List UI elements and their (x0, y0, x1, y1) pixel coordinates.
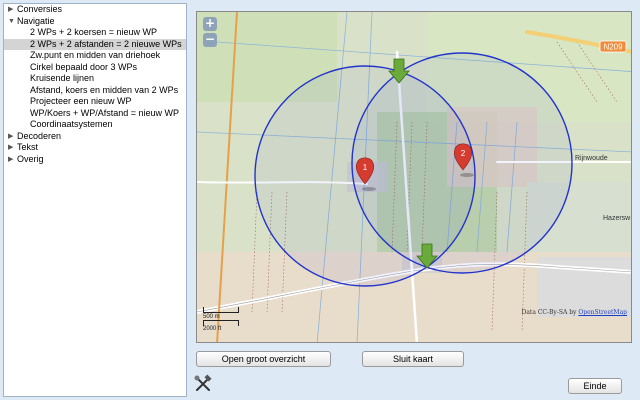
map-canvas[interactable]: N209 Rijnwoude Hazersw 1 2 (197, 12, 632, 343)
function-tree[interactable]: ▶ Conversies ▼ Navigatie 2 WPs + 2 koersen =… (3, 3, 187, 397)
tree-item-label: Navigatie (17, 15, 55, 26)
scale-imperial-label: 2000 ft (203, 326, 222, 332)
tree-item-label: 2 WPs + 2 koersen = nieuw WP (30, 27, 158, 37)
disclosure-closed-icon[interactable]: ▶ (8, 142, 13, 154)
tree-item-label: Conversies (17, 4, 63, 14)
zoom-in-button[interactable]: + (203, 17, 217, 31)
tree-item[interactable]: 2 WPs + 2 afstanden = 2 nieuwe WPs (4, 38, 186, 50)
tree-item-label: WP/Koers + WP/Afstand = nieuw WP (30, 107, 180, 118)
map-scale-bar: 500 m 2000 ft (203, 307, 243, 332)
svg-text:N209: N209 (603, 43, 623, 52)
tree-item[interactable]: 2 WPs + 2 koersen = nieuw WP (4, 27, 186, 39)
tree-category[interactable]: ▶ Conversies (4, 4, 186, 16)
road-badge: N209 (599, 40, 627, 53)
disclosure-closed-icon[interactable]: ▶ (8, 154, 13, 166)
disclosure-closed-icon[interactable]: ▶ (8, 4, 13, 16)
close-map-button[interactable]: Sluit kaart (362, 351, 464, 367)
tree-item-label: Cirkel bepaald door 3 WPs (30, 61, 138, 72)
tools-icon[interactable] (193, 374, 213, 394)
tree-item-label: Zw.punt en midden van driehoek (30, 50, 161, 60)
disclosure-closed-icon[interactable]: ▶ (8, 131, 13, 143)
tree-category[interactable]: ▶ Decoderen (4, 131, 186, 143)
tree-item[interactable]: Coordinaatsystemen (4, 119, 186, 131)
tree-item[interactable]: Cirkel bepaald door 3 WPs (4, 62, 186, 74)
tree-category[interactable]: ▼ Navigatie (4, 16, 186, 28)
tree-item-label: Decoderen (17, 130, 62, 141)
tree-item[interactable]: Afstand, koers en midden van 2 WPs (4, 85, 186, 97)
tree-item-label: Tekst (17, 142, 39, 152)
tree-item[interactable]: WP/Koers + WP/Afstand = nieuw WP (4, 108, 186, 120)
svg-text:2: 2 (461, 149, 466, 158)
zoom-out-button[interactable]: − (203, 33, 217, 47)
tree-item-label: Coordinaatsystemen (30, 119, 113, 129)
tree-item-label: Afstand, koers en midden van 2 WPs (30, 84, 179, 95)
svg-text:1: 1 (363, 163, 368, 172)
tree-item[interactable]: Zw.punt en midden van driehoek (4, 50, 186, 62)
attribution-text: Data CC-By-SA by (521, 309, 577, 316)
tree-item-label: Overig (17, 153, 44, 164)
scale-metric-label: 500 m (203, 314, 220, 320)
end-button[interactable]: Einde (568, 378, 622, 394)
app-window: ▶ Conversies ▼ Navigatie 2 WPs + 2 koersen =… (0, 0, 640, 400)
openstreetmap-link[interactable]: OpenStreetMap (578, 309, 627, 316)
open-overview-button[interactable]: Open groot overzicht (196, 351, 331, 367)
place-label: Rijnwoude (575, 155, 608, 162)
place-label: Hazersw (603, 215, 631, 222)
tree-item-label: Kruisende lijnen (30, 73, 95, 83)
tree-item[interactable]: Projecteer een nieuw WP (4, 96, 186, 108)
map-attribution: Data CC-By-SA by OpenStreetMap (522, 309, 627, 316)
tree-item[interactable]: Kruisende lijnen (4, 73, 186, 85)
tree-item-label: Projecteer een nieuw WP (30, 96, 132, 106)
disclosure-open-icon[interactable]: ▼ (8, 16, 15, 28)
tree-category[interactable]: ▶ Tekst (4, 142, 186, 154)
map-view[interactable]: N209 Rijnwoude Hazersw 1 2 + − 500 m 200… (196, 11, 632, 343)
tree-item-label: 2 WPs + 2 afstanden = 2 nieuwe WPs (30, 38, 182, 49)
tree-category[interactable]: ▶ Overig (4, 154, 186, 166)
